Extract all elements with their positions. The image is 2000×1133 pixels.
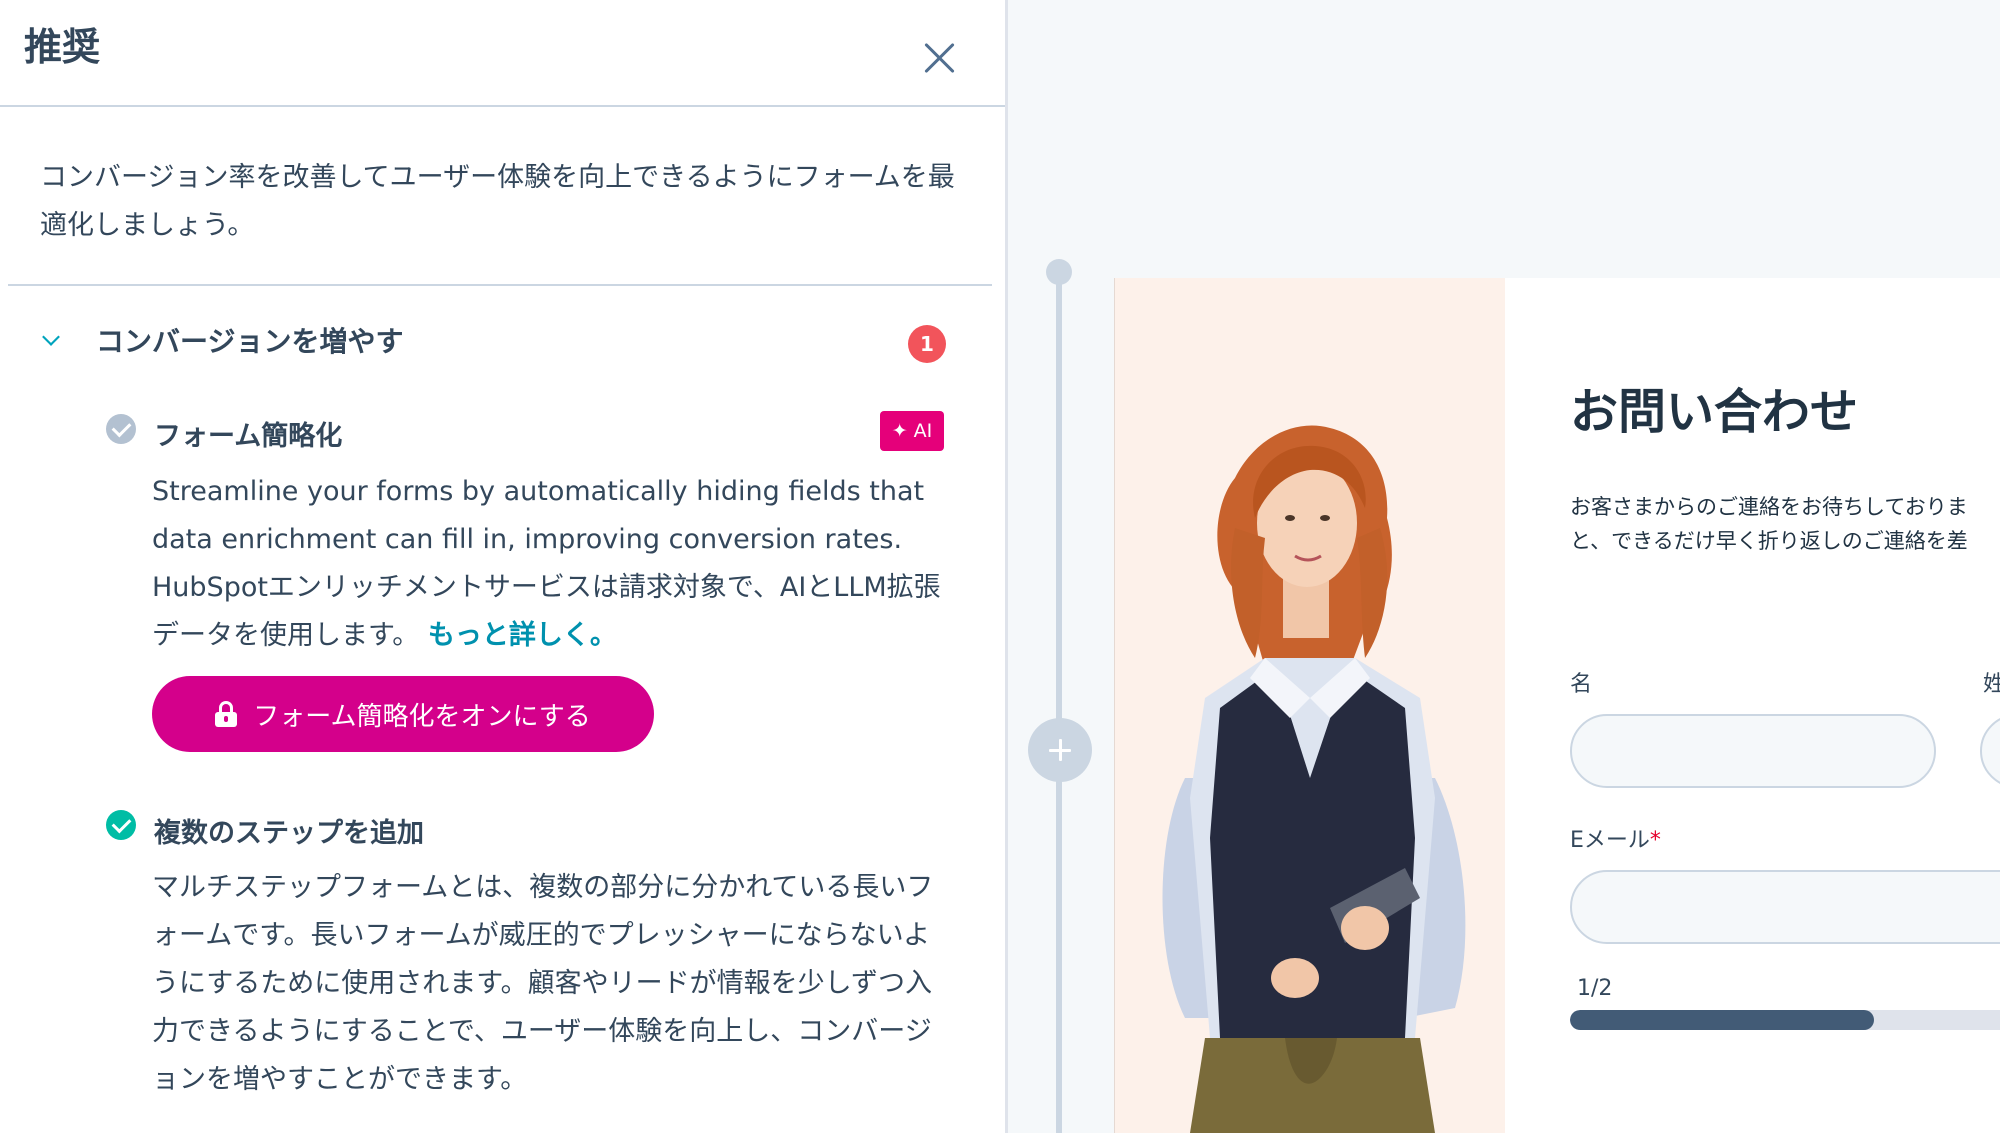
- add-step-plus-icon[interactable]: [1028, 718, 1092, 782]
- panel-intro: コンバージョン率を改善してユーザー体験を向上できるようにフォームを最適化しましょ…: [40, 162, 955, 241]
- item-description-multi-step: マルチステップフォームとは、複数の部分に分かれている長いフォームです。長いフォー…: [152, 872, 934, 1095]
- recommendations-panel: 推奨 コンバージョン率を改善してユーザー体験を向上できるようにフォームを最適化し…: [0, 0, 1008, 1133]
- chevron-down-icon: [42, 328, 60, 346]
- email-label: Eメール*: [1570, 828, 1661, 853]
- section-toggle-increase-conversions[interactable]: コンバージョンを増やす 1: [36, 316, 956, 366]
- learn-more-link[interactable]: もっと詳しく。: [428, 620, 617, 651]
- incomplete-check-icon: [106, 414, 136, 444]
- progress-fill: [1570, 1010, 1874, 1030]
- timeline-start-dot: [1046, 259, 1072, 285]
- ai-badge: ✦ AI: [880, 411, 944, 451]
- first-name-label: 名: [1570, 672, 1593, 697]
- step-timeline: [1056, 270, 1062, 1133]
- form-description: お客さまからのご連絡をお待ちしておりま と、できるだけ早く折り返しのご連絡を差: [1570, 495, 1968, 553]
- panel-title: 推奨: [24, 25, 101, 69]
- person-illustration: [1162, 425, 1466, 1133]
- email-field[interactable]: [1570, 870, 2000, 944]
- item-title-form-shortening: フォーム簡略化: [154, 421, 343, 452]
- divider: [8, 284, 992, 286]
- last-name-label: 姓: [1983, 672, 2000, 697]
- item-title-multi-step: 複数のステップを追加: [154, 818, 424, 849]
- step-indicator: 1/2: [1577, 976, 1613, 1001]
- form-title: お問い合わせ: [1570, 384, 1859, 440]
- count-badge: 1: [908, 325, 946, 363]
- first-name-field[interactable]: [1570, 714, 1936, 788]
- button-label: フォーム簡略化をオンにする: [253, 701, 591, 732]
- lock-icon: [215, 701, 238, 727]
- form-preview-card: お問い合わせ お客さまからのご連絡をお待ちしておりま と、できるだけ早く折り返し…: [1505, 278, 2000, 1133]
- hero-person-image: [1114, 278, 1505, 1133]
- complete-check-icon: [106, 810, 136, 840]
- section-title: コンバージョンを増やす: [96, 325, 404, 358]
- progress-bar: [1570, 1010, 2000, 1030]
- panel-header: 推奨: [0, 0, 1005, 107]
- item-description-form-shortening: Streamline your forms by automatically h…: [152, 476, 941, 651]
- enable-form-shortening-button[interactable]: フォーム簡略化をオンにする: [152, 676, 654, 752]
- last-name-field[interactable]: [1980, 714, 2000, 788]
- close-icon[interactable]: [918, 36, 962, 80]
